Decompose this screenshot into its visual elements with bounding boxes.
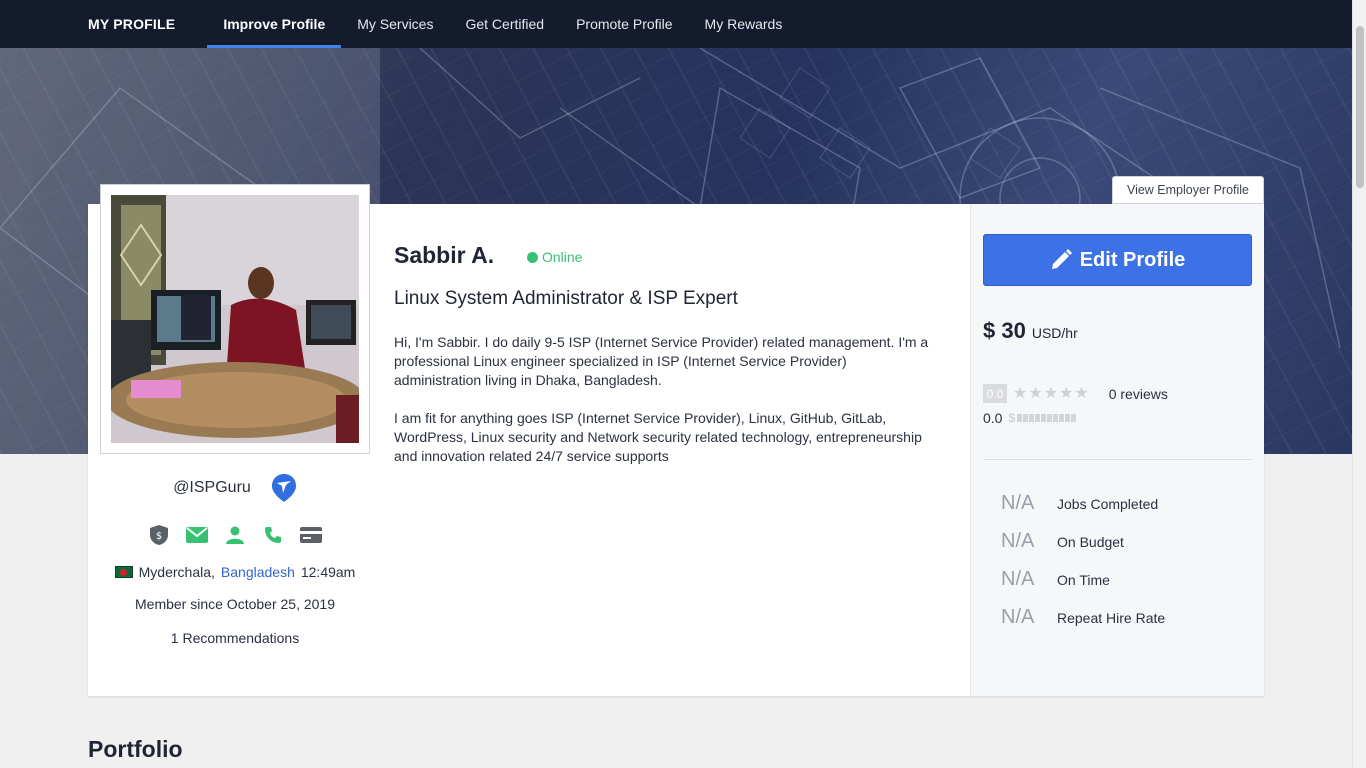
location-row: Myderchala, Bangladesh 12:49am: [100, 562, 370, 582]
reviews-count[interactable]: 0 reviews: [1109, 386, 1168, 402]
sidebar-divider: [983, 459, 1252, 460]
username-row: @ISPGuru: [100, 472, 370, 504]
nav-my-rewards[interactable]: My Rewards: [689, 0, 799, 48]
online-dot-icon: [527, 251, 538, 263]
identity-verified-icon[interactable]: [223, 523, 247, 547]
local-time: 12:49am: [300, 564, 356, 580]
top-nav: MY PROFILE Improve Profile My Services G…: [0, 0, 1352, 48]
stat-label: Repeat Hire Rate: [1057, 609, 1166, 626]
rating-row: 0.0 ★ ★ ★ ★ ★ 0 reviews: [983, 384, 1168, 403]
pencil-icon: [1051, 249, 1072, 269]
edit-profile-button[interactable]: Edit Profile: [983, 234, 1252, 286]
rate-amount: $ 30: [983, 318, 1026, 343]
profile-photo-frame[interactable]: [100, 184, 370, 454]
earnings-row: 0.0 $: [983, 410, 1077, 426]
nav-promote-profile[interactable]: Promote Profile: [560, 0, 688, 48]
freelancer-badge-icon[interactable]: [271, 473, 297, 503]
star-rating: ★ ★ ★ ★ ★: [1013, 384, 1089, 402]
view-employer-profile-button[interactable]: View Employer Profile: [1112, 176, 1264, 204]
edit-profile-label: Edit Profile: [1079, 248, 1186, 271]
email-verified-icon[interactable]: [185, 523, 209, 547]
profile-headline: Linux System Administrator & ISP Expert: [394, 288, 738, 309]
stat-value: N/A: [1001, 530, 1035, 552]
nav-get-certified[interactable]: Get Certified: [449, 0, 560, 48]
member-since: Member since October 25, 2019: [135, 596, 335, 612]
card-verified-icon[interactable]: [299, 523, 323, 547]
stat-value: N/A: [1001, 606, 1035, 628]
star-icon: ★: [1043, 384, 1059, 402]
stat-value: N/A: [1001, 492, 1035, 514]
nav-improve-profile[interactable]: Improve Profile: [207, 0, 342, 48]
stat-jobs-completed: N/A Jobs Completed: [1001, 492, 1158, 515]
earnings-bar: $: [1008, 411, 1077, 425]
hourly-rate: $ 30 USD/hr: [983, 318, 1078, 344]
username: @ISPGuru: [173, 479, 251, 496]
profile-description: Hi, I'm Sabbir. I do daily 9-5 ISP (Inte…: [394, 333, 934, 485]
verification-icons: $: [100, 522, 370, 548]
rate-unit: USD/hr: [1031, 325, 1078, 341]
stat-label: On Time: [1057, 571, 1110, 588]
profile-name: Sabbir A.: [394, 242, 495, 268]
nav-brand[interactable]: MY PROFILE: [88, 0, 175, 48]
location-city: Myderchala,: [138, 564, 215, 580]
payment-verified-icon[interactable]: $: [147, 523, 171, 547]
online-status-label: Online: [542, 249, 583, 265]
description-paragraph: Hi, I'm Sabbir. I do daily 9-5 ISP (Inte…: [394, 334, 929, 388]
rating-score: 0.0: [983, 384, 1007, 403]
bangladesh-flag-icon: [114, 566, 133, 578]
scrollbar-thumb[interactable]: [1356, 26, 1364, 188]
star-icon: ★: [1059, 384, 1074, 402]
stat-value: N/A: [1001, 568, 1035, 590]
phone-verified-icon[interactable]: [261, 523, 285, 547]
description-paragraph: I am fit for anything goes ISP (Internet…: [394, 410, 922, 464]
recommendations[interactable]: 1 Recommendations: [100, 630, 370, 646]
stat-on-budget: N/A On Budget: [1001, 530, 1124, 553]
star-icon: ★: [1013, 384, 1028, 402]
profile-photo: [106, 195, 366, 443]
stat-label: On Budget: [1057, 533, 1124, 550]
stat-label: Jobs Completed: [1057, 495, 1159, 512]
star-icon: ★: [1074, 384, 1089, 402]
portfolio-heading: Portfolio: [88, 736, 183, 762]
nav-my-services[interactable]: My Services: [341, 0, 449, 48]
earnings-currency-symbol: $: [1008, 411, 1016, 425]
star-icon: ★: [1028, 384, 1043, 402]
svg-text:$: $: [156, 531, 162, 542]
page-scrollbar[interactable]: [1352, 0, 1366, 768]
location-country-link[interactable]: Bangladesh: [221, 564, 295, 580]
earnings-blocks: [1017, 414, 1077, 422]
online-status: Online: [527, 249, 582, 265]
earnings-score: 0.0: [983, 410, 1003, 426]
stat-repeat-hire-rate: N/A Repeat Hire Rate: [1001, 606, 1165, 629]
stat-on-time: N/A On Time: [1001, 568, 1110, 591]
